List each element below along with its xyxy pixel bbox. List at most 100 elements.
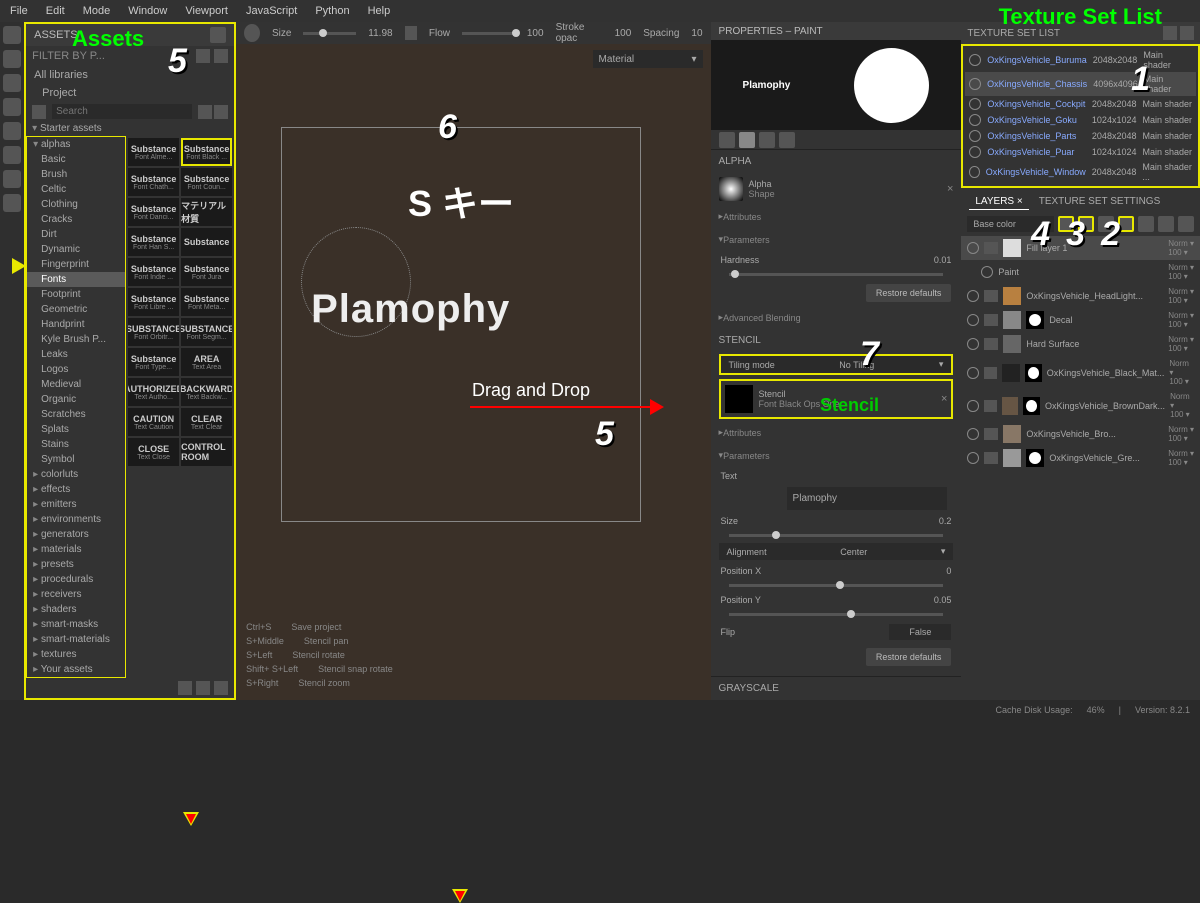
eye-icon[interactable]: [969, 98, 981, 110]
category-receivers[interactable]: receivers: [27, 587, 125, 602]
list-view-icon[interactable]: [198, 105, 212, 119]
category-kyle brush p...[interactable]: Kyle Brush P...: [27, 332, 125, 347]
eye-icon[interactable]: [967, 400, 978, 412]
texture-set-row[interactable]: OxKingsVehicle_Goku1024x1024Main shader: [965, 112, 1196, 128]
material-dropdown[interactable]: Material▾: [593, 50, 703, 68]
add-mask-icon[interactable]: [1118, 216, 1134, 232]
category-handprint[interactable]: Handprint: [27, 317, 125, 332]
category-stains[interactable]: Stains: [27, 437, 125, 452]
font-asset[interactable]: CAUTIONText Caution: [128, 408, 179, 436]
projection-tool-icon[interactable]: [3, 74, 21, 92]
menu-viewport[interactable]: Viewport: [185, 5, 228, 17]
eraser-tool-icon[interactable]: [3, 50, 21, 68]
alignment-dropdown[interactable]: AlignmentCenter▾: [719, 543, 954, 560]
texture-set-row[interactable]: OxKingsVehicle_Puar1024x1024Main shader: [965, 144, 1196, 160]
filter-icon[interactable]: [32, 105, 46, 119]
font-asset[interactable]: CLOSEText Close: [128, 438, 179, 466]
font-asset[interactable]: Substance: [181, 228, 232, 256]
font-asset[interactable]: SubstanceFont Han S...: [128, 228, 179, 256]
brush-mode-icon[interactable]: [719, 132, 735, 148]
layer-row[interactable]: OxKingsVehicle_Bro...Norm ▾100 ▾: [961, 422, 1200, 446]
font-asset[interactable]: SubstanceFont Type...: [128, 348, 179, 376]
font-asset[interactable]: CLEARText Clear: [181, 408, 232, 436]
font-asset[interactable]: SubstanceFont Alme...: [128, 138, 179, 166]
eye-icon[interactable]: [969, 78, 981, 90]
channel-select[interactable]: Base color: [967, 216, 1054, 232]
font-asset[interactable]: SubstanceFont Indie ...: [128, 258, 179, 286]
category-basic[interactable]: Basic: [27, 152, 125, 167]
eye-icon[interactable]: [967, 367, 979, 379]
settings-icon[interactable]: [1163, 26, 1177, 40]
layer-mask[interactable]: [1026, 311, 1044, 329]
texture-set-row[interactable]: OxKingsVehicle_Window2048x2048Main shade…: [965, 160, 1196, 184]
all-libraries[interactable]: All libraries: [26, 66, 234, 84]
layer-row[interactable]: OxKingsVehicle_HeadLight...Norm ▾100 ▾: [961, 284, 1200, 308]
grid-view-icon[interactable]: [214, 105, 228, 119]
category-geometric[interactable]: Geometric: [27, 302, 125, 317]
folder-icon[interactable]: [984, 242, 998, 254]
font-asset[interactable]: AUTHORIZEDText Autho...: [128, 378, 179, 406]
category-effects[interactable]: effects: [27, 482, 125, 497]
eye-icon[interactable]: [969, 54, 981, 66]
category-symbol[interactable]: Symbol: [27, 452, 125, 467]
home-icon[interactable]: [196, 49, 210, 63]
layer-row[interactable]: PaintNorm ▾100 ▾: [961, 260, 1200, 284]
layer-row[interactable]: Fill layer 1Norm ▾100 ▾: [961, 236, 1200, 260]
texture-set-row[interactable]: OxKingsVehicle_Cockpit2048x2048Main shad…: [965, 96, 1196, 112]
category-scratches[interactable]: Scratches: [27, 407, 125, 422]
add-icon[interactable]: [214, 681, 228, 695]
layer-row[interactable]: OxKingsVehicle_BrownDark...Norm ▾100 ▾: [961, 389, 1200, 422]
close-icon[interactable]: [210, 27, 226, 43]
folder-icon[interactable]: [984, 452, 998, 464]
posy-slider[interactable]: [729, 613, 944, 616]
layer-row[interactable]: OxKingsVehicle_Black_Mat...Norm ▾100 ▾: [961, 356, 1200, 389]
import-icon[interactable]: [178, 681, 192, 695]
tab-texture-set-settings[interactable]: TEXTURE SET SETTINGS: [1033, 194, 1167, 210]
layer-row[interactable]: DecalNorm ▾100 ▾: [961, 308, 1200, 332]
delete-layer-icon[interactable]: [1178, 216, 1194, 232]
polygon-fill-icon[interactable]: [3, 194, 21, 212]
eye-icon[interactable]: [967, 452, 979, 464]
add-layer-icon[interactable]: [1078, 216, 1094, 232]
folder-icon[interactable]: [214, 49, 228, 63]
menu-help[interactable]: Help: [368, 5, 391, 17]
font-asset[interactable]: SUBSTANCEFont Orbitr...: [128, 318, 179, 346]
layer-mask[interactable]: [1025, 364, 1042, 382]
restore-defaults-button-2[interactable]: Restore defaults: [866, 648, 952, 666]
eye-icon[interactable]: [969, 146, 981, 158]
texture-set-row[interactable]: OxKingsVehicle_Parts2048x2048Main shader: [965, 128, 1196, 144]
smudge-tool-icon[interactable]: [3, 122, 21, 140]
category-materials[interactable]: materials: [27, 542, 125, 557]
font-asset[interactable]: SubstanceFont Jura: [181, 258, 232, 286]
menu-python[interactable]: Python: [315, 5, 349, 17]
category-splats[interactable]: Splats: [27, 422, 125, 437]
3d-viewport[interactable]: Size 11.98 Flow 100 Stroke opac 100 Spac…: [236, 22, 710, 700]
category-celtic[interactable]: Celtic: [27, 182, 125, 197]
project-item[interactable]: Project: [26, 84, 234, 102]
tab-layers[interactable]: LAYERS ×: [969, 194, 1028, 210]
font-asset[interactable]: SubstanceFont Black ...: [181, 138, 232, 166]
eye-icon[interactable]: [969, 166, 979, 178]
folder-icon[interactable]: [984, 428, 998, 440]
folder-icon[interactable]: [984, 314, 998, 326]
menu-window[interactable]: Window: [128, 5, 167, 17]
eye-icon[interactable]: [969, 130, 981, 142]
font-asset[interactable]: SubstanceFont Chath...: [128, 168, 179, 196]
texture-set-row[interactable]: OxKingsVehicle_Chassis4096x4096Main shad…: [965, 72, 1196, 96]
font-asset[interactable]: AREAText Area: [181, 348, 232, 376]
category-environments[interactable]: environments: [27, 512, 125, 527]
layer-row[interactable]: OxKingsVehicle_Gre...Norm ▾100 ▾: [961, 446, 1200, 470]
brush-preset-icon[interactable]: [244, 24, 260, 42]
visibility-icon[interactable]: [1180, 26, 1194, 40]
group-icon[interactable]: [1138, 216, 1154, 232]
font-asset[interactable]: SubstanceFont Libre ...: [128, 288, 179, 316]
folder-layer-icon[interactable]: [1158, 216, 1174, 232]
texture-set-row[interactable]: OxKingsVehicle_Buruma2048x2048Main shade…: [965, 48, 1196, 72]
category-organic[interactable]: Organic: [27, 392, 125, 407]
category-dynamic[interactable]: Dynamic: [27, 242, 125, 257]
eye-icon[interactable]: [981, 266, 993, 278]
fill-tool-icon[interactable]: [3, 98, 21, 116]
tiling-dropdown[interactable]: Tiling modeNo Tiling▾: [719, 354, 954, 375]
alpha-resource[interactable]: AlphaShape ×: [711, 173, 962, 205]
stencil-text-input[interactable]: [787, 487, 948, 510]
